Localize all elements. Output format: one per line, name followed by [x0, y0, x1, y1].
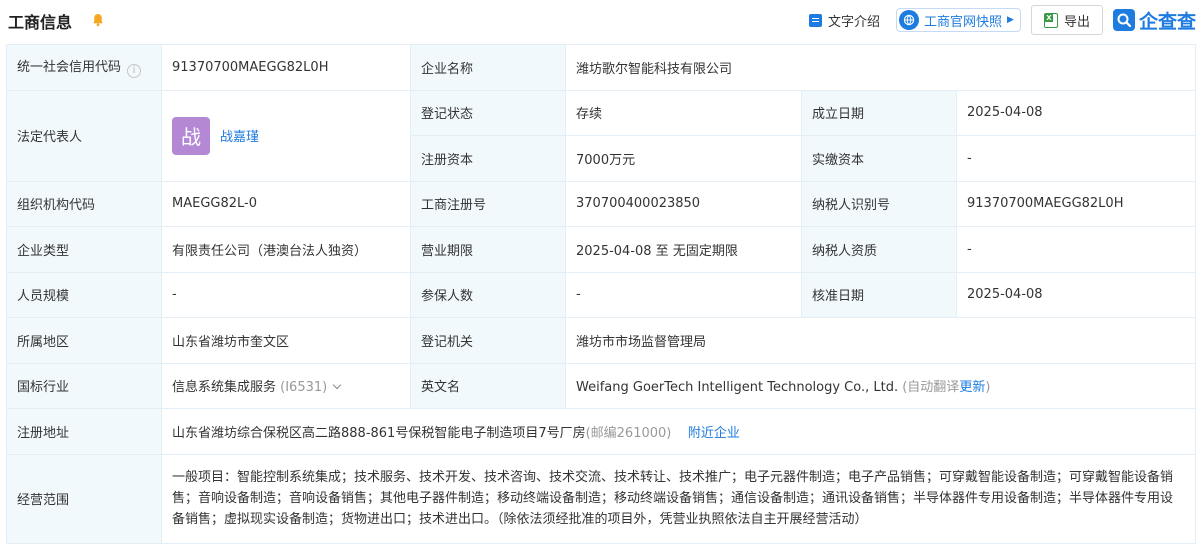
reg-status-label: 登记状态	[410, 89, 566, 136]
taxpayer-id-value: 91370700MAEGG82L0H	[955, 180, 1197, 227]
logo-icon	[1112, 9, 1135, 31]
legal-rep-link[interactable]: 战嘉瑾	[220, 130, 259, 145]
close-paren: )	[985, 380, 991, 396]
globe-icon	[899, 10, 920, 30]
company-type-label: 企业类型	[6, 226, 162, 273]
chevron-down-icon[interactable]	[332, 381, 342, 390]
biz-reg-no-label: 工商注册号	[410, 180, 566, 227]
table-row: 经营范围 一般项目：智能控制系统集成；技术服务、技术开发、技术咨询、技术交流、技…	[6, 453, 1197, 544]
org-code-value: MAEGG82L-0	[161, 180, 411, 227]
table-row: 统一社会信用代码 i 91370700MAEGG82L0H 企业名称 潍坊歌尔智能…	[6, 44, 1197, 91]
founded-label: 成立日期	[801, 89, 957, 136]
postcode: (邮编261000)	[585, 425, 672, 441]
scope-value: 一般项目：智能控制系统集成；技术服务、技术开发、技术咨询、技术交流、技术转让、技…	[160, 453, 1197, 544]
caret-right-icon: ▶	[1007, 15, 1014, 25]
reg-authority-label: 登记机关	[410, 317, 566, 364]
table-row: 注册地址 山东省潍坊综合保税区高二路888-861号保税智能电子制造项目7号厂房…	[6, 408, 1197, 455]
table-row: 法定代表人 战战嘉瑾 登记状态 存续 成立日期 2025-04-08	[6, 89, 1197, 182]
company-type-value: 有限责任公司（港澳台法人独资）	[161, 226, 411, 273]
taxpayer-id-label: 纳税人识别号	[801, 180, 957, 227]
staff-size-value: -	[161, 271, 411, 318]
credit-code-label: 统一社会信用代码 i	[6, 44, 162, 91]
section-title: 工商信息	[8, 13, 73, 32]
industry-code: (I6531)	[280, 380, 328, 396]
table-row: 国标行业 信息系统集成服务 (I6531) 英文名 Weifang GoerTe…	[6, 362, 1197, 409]
approved-label: 核准日期	[801, 271, 957, 318]
company-name-label: 企业名称	[410, 44, 566, 91]
english-name-value: Weifang GoerTech Intelligent Technology …	[576, 380, 899, 396]
table-row: 企业类型 有限责任公司（港澳台法人独资） 营业期限 2025-04-08 至 无…	[6, 226, 1197, 273]
english-name-cell: Weifang GoerTech Intelligent Technology …	[564, 362, 1197, 409]
bell-icon[interactable]	[90, 12, 106, 28]
gs-snapshot-button[interactable]: 工商官网快照 ▶	[896, 8, 1021, 32]
logo-text: 企查查	[1138, 10, 1196, 33]
region-value: 山东省潍坊市奎文区	[161, 317, 411, 364]
update-link[interactable]: 更新	[959, 380, 985, 395]
section-header: 工商信息 文字介绍 工商官网快照 ▶ 导出 企查查	[0, 0, 1202, 44]
credit-code-value: 91370700MAEGG82L0H	[161, 44, 411, 91]
table-row: 人员规模 - 参保人数 - 核准日期 2025-04-08	[6, 271, 1197, 318]
taxpayer-qual-label: 纳税人资质	[801, 226, 957, 273]
legal-rep-cell: 战战嘉瑾	[161, 89, 411, 182]
company-name-value: 潍坊歌尔智能科技有限公司	[564, 44, 1197, 91]
address-value: 山东省潍坊综合保税区高二路888-861号保税智能电子制造项目7号厂房	[172, 425, 586, 441]
table-row: 组织机构代码 MAEGG82L-0 工商注册号 370700400023850 …	[6, 180, 1197, 227]
reg-status-value: 存续	[565, 89, 802, 136]
biz-term-value: 2025-04-08 至 无固定期限	[565, 226, 802, 273]
reg-authority-value: 潍坊市市场监督管理局	[564, 317, 1197, 364]
paid-capital-value: -	[955, 135, 1197, 182]
biz-term-label: 营业期限	[410, 226, 566, 273]
help-icon[interactable]: i	[127, 64, 142, 79]
english-name-label: 英文名	[410, 362, 566, 409]
business-info-table: 统一社会信用代码 i 91370700MAEGG82L0H 企业名称 潍坊歌尔智能…	[6, 44, 1197, 544]
avatar[interactable]: 战	[172, 116, 210, 155]
industry-label: 国标行业	[6, 362, 162, 409]
toolbar: 文字介绍 工商官网快照 ▶ 导出 企查查	[809, 4, 1196, 36]
approved-value: 2025-04-08	[955, 271, 1197, 318]
brand-logo[interactable]: 企查查	[1112, 7, 1196, 34]
insured-value: -	[565, 271, 802, 318]
industry-cell: 信息系统集成服务 (I6531)	[161, 362, 411, 409]
reg-capital-label: 注册资本	[410, 135, 566, 182]
industry-value: 信息系统集成服务	[172, 380, 277, 396]
export-label: 导出	[1063, 14, 1090, 30]
export-button[interactable]: 导出	[1030, 5, 1103, 35]
document-icon	[809, 13, 823, 27]
gs-snapshot-label: 工商官网快照	[924, 14, 1003, 30]
nearby-companies-link[interactable]: 附近企业	[688, 426, 740, 441]
legal-rep-label: 法定代表人	[6, 89, 162, 182]
founded-value: 2025-04-08	[955, 89, 1197, 136]
region-label: 所属地区	[6, 317, 162, 364]
org-code-label: 组织机构代码	[6, 180, 162, 227]
text-intro-button[interactable]: 文字介绍	[809, 11, 880, 30]
insured-label: 参保人数	[410, 271, 566, 318]
taxpayer-qual-value: -	[955, 226, 1197, 273]
excel-icon	[1043, 12, 1058, 28]
staff-size-label: 人员规模	[6, 271, 162, 318]
address-cell: 山东省潍坊综合保税区高二路888-861号保税智能电子制造项目7号厂房(邮编26…	[160, 408, 1197, 455]
table-row: 所属地区 山东省潍坊市奎文区 登记机关 潍坊市市场监督管理局	[6, 317, 1197, 364]
text-intro-label: 文字介绍	[828, 14, 881, 30]
scope-label: 经营范围	[6, 453, 162, 544]
auto-translate-note: (自动翻译	[902, 380, 960, 396]
reg-capital-value: 7000万元	[565, 135, 802, 182]
address-label: 注册地址	[6, 408, 162, 455]
paid-capital-label: 实缴资本	[801, 135, 957, 182]
biz-reg-no-value: 370700400023850	[565, 180, 802, 227]
